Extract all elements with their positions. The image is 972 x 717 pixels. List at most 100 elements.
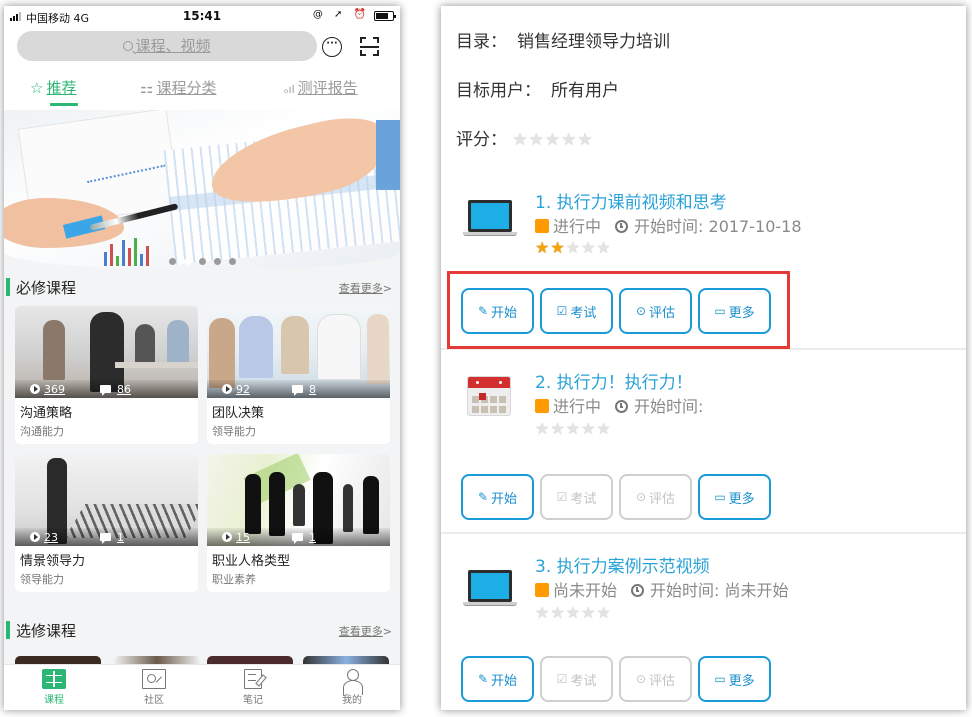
tabbar-item-notes[interactable]: 笔记 xyxy=(223,669,283,706)
scan-icon[interactable] xyxy=(360,37,379,56)
target-user-label: 目标用户： xyxy=(456,81,541,101)
exam-button[interactable]: ☑ 考试 xyxy=(540,474,613,520)
play-count: 369 xyxy=(44,383,65,396)
start-time-value: 2017-10-18 xyxy=(708,217,802,236)
star-empty-icon[interactable]: ★ xyxy=(561,132,576,149)
star-empty-icon[interactable]: ★ xyxy=(596,604,610,621)
course-title: 情景领导力 xyxy=(20,554,86,569)
comment-count-icon xyxy=(100,533,111,544)
star-empty-icon[interactable]: ★ xyxy=(581,239,595,256)
exam-button[interactable]: ☑ 考试 xyxy=(540,656,613,702)
course-card[interactable]: 23 1 情景领导力 领导能力 xyxy=(15,454,198,592)
tab-course-categories[interactable]: ⚏ 课程分类 xyxy=(140,77,216,98)
start-button[interactable]: ✎ 开始 xyxy=(461,656,534,702)
course-category: 沟通能力 xyxy=(20,425,64,438)
star-filled-icon[interactable]: ★ xyxy=(550,239,564,256)
course-card[interactable]: 92 8 团队决策 领导能力 xyxy=(207,306,390,444)
evaluate-button[interactable]: ⊙ 评估 xyxy=(619,656,692,702)
start-button[interactable]: ✎ 开始 xyxy=(461,474,534,520)
star-empty-icon[interactable]: ★ xyxy=(545,132,560,149)
star-filled-icon[interactable]: ★ xyxy=(535,239,549,256)
carousel-dot[interactable] xyxy=(198,258,206,265)
active-tab-indicator xyxy=(50,103,78,106)
view-more-link[interactable]: 查看更多> xyxy=(339,280,392,296)
carousel-dot-active[interactable] xyxy=(183,258,191,265)
course-thumbnail: 369 86 xyxy=(15,306,198,398)
course-category: 领导能力 xyxy=(212,425,256,438)
status-text: 尚未开始 xyxy=(553,581,618,600)
course-card[interactable]: 15 1 职业人格类型 职业素养 xyxy=(207,454,390,592)
battery-icon xyxy=(374,11,396,21)
carousel-dot[interactable] xyxy=(168,258,176,265)
button-label: 开始 xyxy=(491,673,518,689)
rating-row: 评分： ★★★★★ xyxy=(456,125,594,150)
button-label: 考试 xyxy=(570,491,597,507)
search-input[interactable]: 课程、视频 xyxy=(17,31,317,61)
clock-icon xyxy=(615,400,629,413)
tab-assessment-report[interactable]: ₒıl 测评报告 xyxy=(284,77,358,98)
promo-banner[interactable] xyxy=(4,110,400,270)
more-button[interactable]: ▭ 更多 xyxy=(698,474,771,520)
course-item-title[interactable]: 1. 执行力课前视频和思考 xyxy=(535,188,727,213)
course-item-title[interactable]: 2. 执行力！执行力！ xyxy=(535,368,693,393)
rating-label: 评分： xyxy=(456,130,507,150)
carousel-dot[interactable] xyxy=(228,258,236,265)
star-empty-icon[interactable]: ★ xyxy=(550,420,564,437)
star-empty-icon[interactable]: ★ xyxy=(577,132,592,149)
top-tabs: ☆ 推荐 ⚏ 课程分类 ₒıl 测评报告 xyxy=(4,68,400,110)
star-empty-icon[interactable]: ★ xyxy=(535,604,549,621)
tabbar-item-courses[interactable]: 课程 xyxy=(24,669,84,706)
carousel-dot[interactable] xyxy=(213,258,221,265)
course-item: 3. 执行力案例示范视频 尚未开始 开始时间: 尚未开始 ★★★★★ ✎ 开始 ☑ 考试… xyxy=(441,534,966,710)
checkbox-icon: ☑ xyxy=(556,672,568,686)
star-empty-icon[interactable]: ★ xyxy=(566,420,580,437)
star-empty-icon[interactable]: ★ xyxy=(566,604,580,621)
course-item-rating[interactable]: ★★★★★ xyxy=(535,419,612,438)
carousel-dots[interactable] xyxy=(4,258,400,265)
star-empty-icon[interactable]: ★ xyxy=(596,239,610,256)
chat-bubble-icon[interactable]: ··· xyxy=(322,37,342,57)
folder-icon: ▭ xyxy=(714,490,726,504)
star-empty-icon[interactable]: ★ xyxy=(566,239,580,256)
view-more-link[interactable]: 查看更多> xyxy=(339,623,392,639)
catalog-row: 目录： 销售经理领导力培训 xyxy=(456,27,670,52)
status-text: 进行中 xyxy=(553,217,602,236)
more-button[interactable]: ▭ 更多 xyxy=(698,656,771,702)
target-user-value: 所有用户 xyxy=(551,81,619,101)
star-empty-icon[interactable]: ★ xyxy=(596,420,610,437)
button-label: 更多 xyxy=(728,491,755,507)
search-placeholder: 课程、视频 xyxy=(135,37,211,55)
overall-rating-stars[interactable]: ★★★★★ xyxy=(512,130,593,150)
star-empty-icon[interactable]: ★ xyxy=(512,132,527,149)
clock-icon xyxy=(615,220,629,233)
course-item-status: 进行中 开始时间: 2017-10-18 xyxy=(535,213,802,237)
course-thumbnail: 15 1 xyxy=(207,454,390,546)
course-card[interactable]: 369 86 沟通策略 沟通能力 xyxy=(15,306,198,444)
section-title: 必修课程 xyxy=(16,279,77,297)
tabbar-item-profile[interactable]: 我的 xyxy=(322,669,382,706)
laptop-icon xyxy=(463,200,517,242)
star-empty-icon[interactable]: ★ xyxy=(529,132,544,149)
target-icon: ⊙ xyxy=(635,490,647,504)
target-user-row: 目标用户： 所有用户 xyxy=(456,76,619,101)
grid-icon: ⚏ xyxy=(140,79,154,97)
course-stats-overlay: 15 1 xyxy=(207,528,390,546)
course-item-status: 尚未开始 开始时间: 尚未开始 xyxy=(535,577,789,601)
star-empty-icon[interactable]: ★ xyxy=(550,604,564,621)
course-item-rating[interactable]: ★★★★★ xyxy=(535,603,612,622)
button-label: 评估 xyxy=(649,491,676,507)
evaluate-button[interactable]: ⊙ 评估 xyxy=(619,474,692,520)
checkbox-icon: ☑ xyxy=(556,490,568,504)
bar-chart-icon: ₒıl xyxy=(284,83,295,96)
search-row: 课程、视频 ··· xyxy=(4,28,400,68)
section-title: 选修课程 xyxy=(16,622,77,640)
star-empty-icon[interactable]: ★ xyxy=(535,420,549,437)
course-item-rating[interactable]: ★★★★★ xyxy=(535,238,612,257)
star-empty-icon[interactable]: ★ xyxy=(581,420,595,437)
tabbar-item-community[interactable]: 社区 xyxy=(124,669,184,706)
course-item-title[interactable]: 3. 执行力案例示范视频 xyxy=(535,552,710,577)
star-empty-icon[interactable]: ★ xyxy=(581,604,595,621)
search-icon xyxy=(123,41,134,51)
tab-recommend[interactable]: ☆ 推荐 xyxy=(30,77,78,106)
calendar-icon xyxy=(463,376,517,418)
